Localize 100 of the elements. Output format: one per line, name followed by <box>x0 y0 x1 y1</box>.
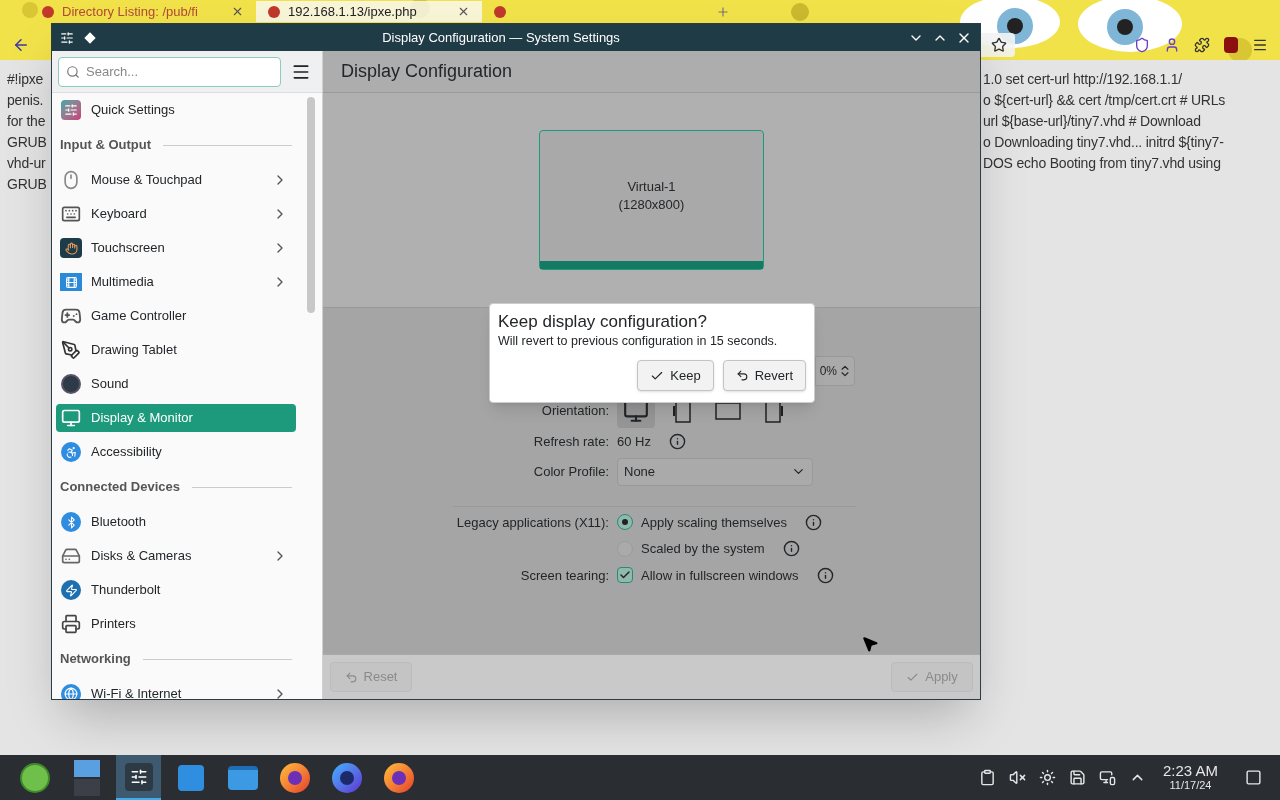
browser-icon <box>331 762 362 793</box>
brightness-icon[interactable] <box>1038 769 1056 786</box>
checkbox[interactable] <box>617 567 633 584</box>
sidebar-item[interactable]: Printers <box>56 610 297 638</box>
info-icon[interactable] <box>782 540 800 558</box>
tab-title: 192.168.1.13/ipxe.php <box>288 2 418 21</box>
item-label: Printers <box>91 615 137 634</box>
dialog-message: Will revert to previous configuration in 15 seconds. <box>498 333 779 350</box>
film-icon <box>60 273 82 291</box>
section-header: Input & Output <box>60 136 151 155</box>
item-label: Touchscreen <box>91 239 166 258</box>
scale-field[interactable]: 0% <box>815 356 855 386</box>
network-icon[interactable] <box>1098 769 1116 786</box>
page-text: DOS echo Booting from tiny7.vhd using <box>983 154 1221 173</box>
clipboard-icon[interactable] <box>978 769 996 786</box>
page-text: for the <box>7 112 46 131</box>
browser-icon <box>279 762 310 793</box>
display-tile[interactable]: Virtual-1 (1280x800) <box>539 130 764 270</box>
folder-icon <box>227 765 258 790</box>
close-icon[interactable] <box>231 5 244 18</box>
field-label: Orientation: <box>540 402 609 421</box>
mute-icon[interactable] <box>1008 769 1026 786</box>
field-value: 60 Hz <box>617 433 651 451</box>
landscape-screen-icon <box>714 400 742 422</box>
app-icon <box>60 30 74 45</box>
page-text: url ${base-url}/tiny7.vhd # Download <box>983 112 1201 131</box>
page-text: 1.0 set cert-url http://192.168.1.1/ <box>983 70 1183 89</box>
display-name: Virtual-1 <box>627 178 676 196</box>
sidebar-item[interactable]: Display & Monitor <box>56 404 297 432</box>
sidebar-item[interactable]: Keyboard <box>56 200 297 228</box>
show-desktop-icon[interactable] <box>1245 769 1262 786</box>
touchscreen-icon <box>60 238 82 258</box>
search-field[interactable]: Search... <box>58 56 281 87</box>
search-icon <box>66 64 80 79</box>
radio-button[interactable] <box>617 514 633 531</box>
page-text: penis. <box>7 91 44 110</box>
back-icon[interactable] <box>12 36 30 54</box>
page-text: o ${cert-url} && cert /tmp/cert.crt # URLs <box>983 91 1226 110</box>
window-title: Display Configuration — System Settings <box>381 28 621 47</box>
sidebar-item[interactable]: Thunderbolt <box>56 576 297 604</box>
sidebar-item[interactable]: Disks & Cameras <box>56 542 297 570</box>
sidebar-item[interactable]: Wi-Fi & Internet <box>56 680 297 699</box>
accessibility-icon <box>61 442 81 462</box>
item-label: Bluetooth <box>91 513 147 532</box>
info-icon[interactable] <box>804 513 822 531</box>
page-text: GRUB <box>7 175 47 194</box>
speaker-icon <box>61 374 81 394</box>
tab-title: Directory Listing: /pub/fi <box>62 2 199 21</box>
undo-icon <box>735 369 749 382</box>
sidebar-item[interactable]: Bluetooth <box>56 508 297 536</box>
clock[interactable]: 2:23 AM 11/17/24 <box>1158 762 1222 793</box>
settings-icon <box>124 762 153 791</box>
dropdown[interactable]: None <box>617 457 813 486</box>
keep-button[interactable]: Keep <box>637 360 714 391</box>
account-icon[interactable] <box>1164 37 1180 53</box>
page-text: o Downloading tiny7.vhd... initrd ${tiny7- <box>983 133 1224 152</box>
dialog-title: Keep display configuration? <box>498 311 708 333</box>
field-label: Refresh rate: <box>532 433 609 451</box>
page-text: GRUB <box>7 133 47 152</box>
info-icon[interactable] <box>816 566 834 584</box>
menu-icon[interactable] <box>1252 37 1268 53</box>
browser-icon <box>383 762 414 793</box>
browser-tab[interactable]: Directory Listing: /pub/fi <box>30 1 256 22</box>
item-label: Game Controller <box>91 307 188 326</box>
pager-icon <box>73 759 100 796</box>
address-bar[interactable] <box>981 33 1015 57</box>
cursor-icon <box>861 635 879 653</box>
sidebar-item[interactable]: Accessibility <box>56 438 297 466</box>
item-label: Thunderbolt <box>91 581 162 600</box>
item-label: Drawing Tablet <box>91 341 178 360</box>
monitor-icon <box>61 408 81 428</box>
info-icon[interactable] <box>668 433 686 451</box>
lightning-icon <box>61 580 81 600</box>
display-resolution: (1280x800) <box>618 196 685 214</box>
sidebar-item[interactable]: Touchscreen <box>56 234 297 262</box>
item-label: Quick Settings <box>91 101 176 120</box>
sidebar-item[interactable]: Drawing Tablet <box>56 336 297 364</box>
revert-button[interactable]: Revert <box>722 360 806 391</box>
scrollbar[interactable] <box>307 97 316 313</box>
option-label: Apply scaling themselves <box>641 513 787 532</box>
option-label: Allow in fullscreen windows <box>641 566 799 585</box>
item-label: Accessibility <box>91 443 163 462</box>
option-label: Scaled by the system <box>641 540 765 558</box>
extensions-icon[interactable] <box>1194 37 1210 53</box>
close-icon[interactable] <box>457 5 470 18</box>
item-label: Display & Monitor <box>91 409 194 428</box>
sidebar-item[interactable]: Multimedia <box>56 268 297 296</box>
sidebar-item[interactable]: Mouse & Touchpad <box>56 166 297 194</box>
section-header: Connected Devices <box>60 478 180 497</box>
keyboard-icon <box>61 204 81 224</box>
sidebar-item[interactable]: Game Controller <box>56 302 297 330</box>
shield-icon[interactable] <box>1134 37 1150 53</box>
taskbar-app[interactable] <box>116 755 161 800</box>
browser-tab[interactable]: 192.168.1.13/ipxe.php <box>256 1 482 22</box>
undo-icon <box>344 670 358 684</box>
sidebar-item[interactable]: Quick Settings <box>56 96 297 124</box>
sidebar-item[interactable]: Sound <box>56 370 297 398</box>
star-icon[interactable] <box>991 37 1007 53</box>
launcher-icon <box>19 762 50 793</box>
mouse-icon <box>61 170 81 190</box>
